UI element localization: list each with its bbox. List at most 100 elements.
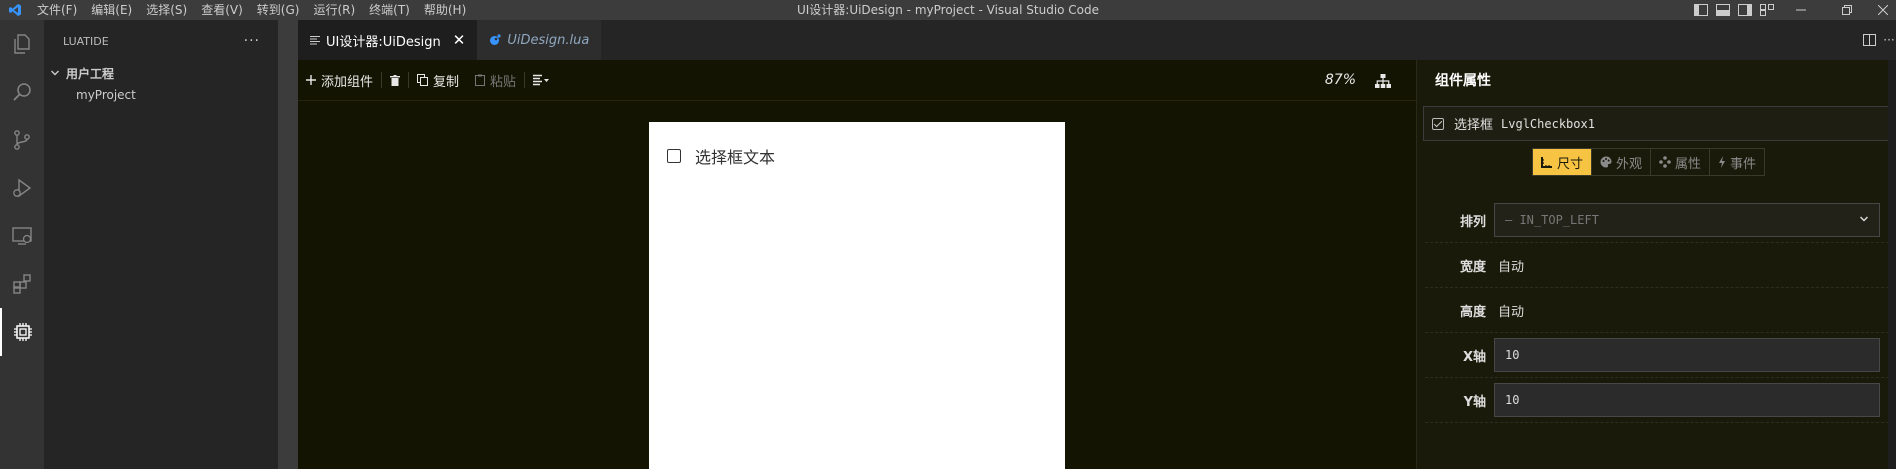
toggle-panel-icon[interactable] <box>1712 0 1734 20</box>
list-file-icon <box>310 35 320 45</box>
extensions-icon[interactable] <box>0 260 44 308</box>
tree-section-label: 用户工程 <box>66 66 115 81</box>
copy-button[interactable]: 复制 <box>409 60 467 101</box>
prop-row-height: 高度 自动 <box>1425 288 1889 333</box>
palette-icon <box>1600 156 1612 168</box>
sidebar-header: LUATIDE ··· <box>44 20 278 62</box>
x-input[interactable]: 10 <box>1494 338 1880 372</box>
sidebar-sash[interactable] <box>278 20 298 469</box>
copy-label: 复制 <box>433 74 460 90</box>
tab-attributes[interactable]: 属性 <box>1651 149 1711 175</box>
chevron-down-icon <box>1859 213 1869 227</box>
side-bar: LUATIDE ··· 用户工程 myProject <box>44 20 278 469</box>
menu-help[interactable]: 帮助(H) <box>417 0 473 20</box>
menu-edit[interactable]: 编辑(E) <box>84 0 139 20</box>
menu-bar: 文件(F) 编辑(E) 选择(S) 查看(V) 转到(G) 运行(R) 终端(T… <box>30 0 473 20</box>
width-value[interactable]: 自动 <box>1498 256 1524 275</box>
tab-attributes-label: 属性 <box>1675 156 1702 172</box>
menu-selection[interactable]: 选择(S) <box>139 0 194 20</box>
tab-events-label: 事件 <box>1730 156 1757 172</box>
tab-label: UI设计器:UiDesign <box>326 34 441 50</box>
sidebar-title: LUATIDE <box>63 34 109 48</box>
tab-size[interactable]: 尺寸 <box>1533 149 1593 175</box>
activity-bar <box>0 20 44 469</box>
hierarchy-icon[interactable] <box>1370 60 1396 101</box>
tab-label: UiDesign.lua <box>507 32 590 48</box>
run-debug-icon[interactable] <box>0 164 44 212</box>
y-input[interactable]: 10 <box>1494 383 1880 417</box>
properties-panel: 组件属性 选择框 LvglCheckbox1 尺寸 外观 属性 事件 排列 — … <box>1416 60 1896 469</box>
align-select[interactable]: — IN_TOP_LEFT <box>1494 203 1880 237</box>
chevron-down-icon <box>48 68 62 78</box>
add-widget-button[interactable]: 添加组件 <box>298 60 381 101</box>
tab-ui-designer[interactable]: UI设计器:UiDesign ✕ <box>298 20 478 60</box>
customize-layout-icon[interactable] <box>1756 0 1778 20</box>
height-value[interactable]: 自动 <box>1498 301 1524 320</box>
property-tabs: 尺寸 外观 属性 事件 <box>1532 148 1766 176</box>
close-icon[interactable]: ✕ <box>453 31 466 49</box>
prop-label-align: 排列 <box>1459 214 1486 230</box>
remote-explorer-icon[interactable] <box>0 212 44 260</box>
more-actions-icon[interactable]: ··· <box>1882 20 1896 60</box>
selected-widget-row[interactable]: 选择框 LvglCheckbox1 <box>1423 106 1891 141</box>
prop-label-x: X轴 <box>1462 349 1486 365</box>
prop-label-width: 宽度 <box>1459 259 1486 275</box>
tree-item-myproject[interactable]: myProject <box>44 84 278 106</box>
add-widget-label: 添加组件 <box>321 74 374 90</box>
prop-row-width: 宽度 自动 <box>1425 243 1889 288</box>
checkbox-text: 选择框文本 <box>695 148 776 167</box>
ui-designer-canvas-area: 添加组件 复制 粘贴 87% 选择框文本 <box>298 60 1416 469</box>
prop-row-align: 排列 — IN_TOP_LEFT <box>1425 198 1889 243</box>
menu-view[interactable]: 查看(V) <box>194 0 250 20</box>
zoom-level[interactable]: 87% <box>1325 60 1356 101</box>
align-select-value: — IN_TOP_LEFT <box>1505 213 1599 227</box>
menu-terminal[interactable]: 终端(T) <box>362 0 417 20</box>
tree-section-user-projects[interactable]: 用户工程 <box>44 62 278 84</box>
editor-actions: ··· <box>1856 20 1896 60</box>
restore-icon[interactable] <box>1824 0 1870 20</box>
settings-icon <box>1659 156 1671 168</box>
minimize-icon[interactable] <box>1778 0 1824 20</box>
toggle-primary-sidebar-icon[interactable] <box>1690 0 1712 20</box>
widget-type: 选择框 <box>1454 118 1494 133</box>
luatide-icon[interactable] <box>0 308 44 356</box>
menu-go[interactable]: 转到(G) <box>250 0 307 20</box>
tab-size-label: 尺寸 <box>1557 156 1584 172</box>
title-bar: 文件(F) 编辑(E) 选择(S) 查看(V) 转到(G) 运行(R) 终端(T… <box>0 0 1896 20</box>
tab-appearance[interactable]: 外观 <box>1592 149 1652 175</box>
align-menu-button[interactable] <box>525 60 557 101</box>
lvgl-checkbox-widget[interactable]: 选择框文本 <box>667 144 775 168</box>
editor-tabs: UI设计器:UiDesign ✕ UiDesign.lua ··· <box>298 20 1896 60</box>
tab-appearance-label: 外观 <box>1616 156 1643 172</box>
source-control-icon[interactable] <box>0 116 44 164</box>
vscode-logo-icon <box>0 0 30 20</box>
split-editor-icon[interactable] <box>1856 20 1882 60</box>
copy-icon <box>417 74 429 86</box>
delete-button[interactable] <box>382 60 408 101</box>
clipboard-icon <box>475 74 486 86</box>
search-icon[interactable] <box>0 68 44 116</box>
close-window-icon[interactable] <box>1870 0 1896 20</box>
designer-toolbar: 添加组件 复制 粘贴 <box>298 60 1416 101</box>
lua-file-icon <box>489 34 501 46</box>
explorer-icon[interactable] <box>0 20 44 68</box>
checkbox-box[interactable] <box>667 149 681 163</box>
menu-file[interactable]: 文件(F) <box>30 0 84 20</box>
prop-label-height: 高度 <box>1459 304 1486 320</box>
paste-button[interactable]: 粘贴 <box>467 60 524 101</box>
tab-events[interactable]: 事件 <box>1710 149 1764 175</box>
scrollbar[interactable] <box>1888 60 1896 469</box>
widget-name: LvglCheckbox1 <box>1501 116 1595 131</box>
tab-uidesign-lua[interactable]: UiDesign.lua <box>477 20 602 60</box>
design-screen[interactable]: 选择框文本 <box>649 122 1065 469</box>
menu-run[interactable]: 运行(R) <box>306 0 362 20</box>
plus-icon <box>306 75 316 85</box>
more-actions-icon[interactable]: ··· <box>244 33 260 49</box>
paste-label: 粘贴 <box>490 74 517 90</box>
toggle-secondary-sidebar-icon[interactable] <box>1734 0 1756 20</box>
ruler-icon <box>1541 156 1553 168</box>
properties-title: 组件属性 <box>1435 73 1491 89</box>
title-controls <box>1690 0 1896 20</box>
lightning-icon <box>1718 156 1726 168</box>
prop-row-x: X轴 10 <box>1425 333 1889 378</box>
